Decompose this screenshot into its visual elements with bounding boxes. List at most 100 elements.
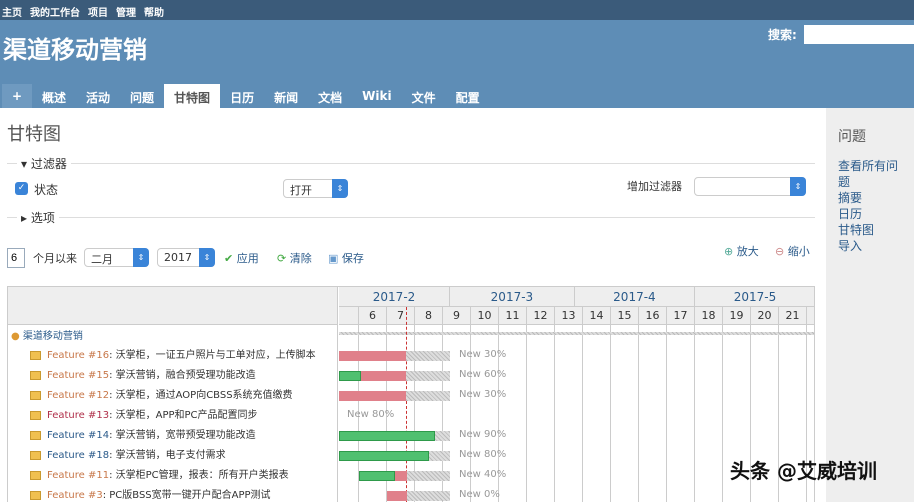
sidebar-link-summary[interactable]: 摘要 <box>838 190 902 206</box>
feature-icon <box>30 370 41 380</box>
tab-10[interactable]: 配置 <box>446 84 490 108</box>
task-title: : 沃掌柜，APP和PC产品配置同步 <box>109 410 258 421</box>
options-toggle[interactable]: ▸ 选项 <box>17 209 59 226</box>
save-button[interactable]: ▣ 保存 <box>328 250 364 266</box>
bar-status-label: New 0% <box>459 489 500 500</box>
status-label: 状态 <box>34 183 59 197</box>
bar-done <box>339 451 429 461</box>
sidebar: 问题 查看所有问题 摘要 日历 甘特图 导入 <box>826 108 914 502</box>
months-since-label: 个月以来 <box>33 252 77 265</box>
task-row: Feature #14: 掌沃营销，宽带预受理功能改造 <box>30 426 256 446</box>
task-id-link[interactable]: Feature #16 <box>47 350 109 361</box>
tab-8[interactable]: Wiki <box>352 84 401 108</box>
month-value: 二月 <box>91 253 113 266</box>
week-column: 17 <box>667 307 695 502</box>
month-header: 2017-3 <box>450 287 575 307</box>
search-input[interactable] <box>804 25 914 44</box>
save-icon: ▣ <box>328 252 339 265</box>
task-row: Feature #16: 沃掌柜，一证五户照片与工单对应，上传脚本 <box>30 346 316 366</box>
bar-status-label: New 30% <box>459 389 507 400</box>
task-title: : 沃掌柜PC管理，报表：所有开户类报表 <box>109 470 289 481</box>
tab-2[interactable]: 活动 <box>76 84 120 108</box>
sidebar-title: 问题 <box>838 129 866 145</box>
menu-home[interactable]: 主页 <box>2 8 22 19</box>
add-filter-select[interactable]: ⇕ <box>694 177 806 196</box>
watermark: 头条 @艾威培训 <box>730 459 877 483</box>
week-column: 15 <box>611 307 639 502</box>
bar-status-label: New 90% <box>459 429 507 440</box>
task-id-link[interactable]: Feature #11 <box>47 470 109 481</box>
bar-status-label: New 60% <box>459 369 507 380</box>
select-arrow-icon: ⇕ <box>199 248 215 267</box>
menu-my-page[interactable]: 我的工作台 <box>30 8 80 19</box>
sidebar-link-calendar[interactable]: 日历 <box>838 206 902 222</box>
bar-late <box>339 351 407 361</box>
project-icon: ● <box>11 331 20 342</box>
tab-3[interactable]: 问题 <box>120 84 164 108</box>
week-column <box>339 307 359 502</box>
main-content: 甘特图 ▾ 过滤器 ✓ 状态 打开 ⇕ 增加过滤器 ⇕ ▸ 选项 个月以来 二月 ⇕… <box>0 108 826 502</box>
project-name[interactable]: 渠道移动营销 <box>23 331 83 342</box>
sidebar-link-gantt[interactable]: 甘特图 <box>838 222 902 238</box>
task-title: : 沃掌柜，通过AOP向CBSS系统充值缴费 <box>109 390 293 401</box>
zoom-in-button[interactable]: ⊕ 放大 <box>724 243 759 259</box>
task-id-link[interactable]: Feature #15 <box>47 370 109 381</box>
task-title: : PC版BSS宽带一键开户配合APP测试 <box>102 490 271 501</box>
status-operator-select[interactable]: 打开 ⇕ <box>283 179 348 198</box>
bar-done <box>339 371 361 381</box>
options-fieldset: ▸ 选项 <box>7 209 815 226</box>
apply-button[interactable]: ✔ 应用 <box>224 250 259 266</box>
task-row: Feature #12: 沃掌柜，通过AOP向CBSS系统充值缴费 <box>30 386 293 406</box>
bar-done <box>359 471 396 481</box>
page-title: 甘特图 <box>7 124 61 145</box>
menu-help[interactable]: 帮助 <box>144 8 164 19</box>
year-select[interactable]: 2017 ⇕ <box>157 248 215 267</box>
tab-5[interactable]: 日历 <box>220 84 264 108</box>
tab-9[interactable]: 文件 <box>402 84 446 108</box>
tab-7[interactable]: 文档 <box>308 84 352 108</box>
project-tabs: + 概述 活动 问题 甘特图 日历 新闻 文档 Wiki 文件 配置 <box>2 84 490 108</box>
bar-late <box>387 491 407 501</box>
bar-status-label: New 30% <box>459 349 507 360</box>
task-id-link[interactable]: Feature #3 <box>47 490 103 501</box>
select-arrow-icon: ⇕ <box>133 248 149 267</box>
task-id-link[interactable]: Feature #13 <box>47 410 109 421</box>
month-select[interactable]: 二月 ⇕ <box>84 248 149 267</box>
feature-icon <box>30 430 41 440</box>
status-checkbox[interactable]: ✓ <box>15 182 28 195</box>
status-value: 打开 <box>290 184 312 197</box>
project-row: ● 渠道移动营销 <box>11 327 83 347</box>
month-header: 2017-5 <box>695 287 814 307</box>
tab-1[interactable]: 概述 <box>32 84 76 108</box>
project-bar <box>339 332 814 335</box>
filters-toggle[interactable]: ▾ 过滤器 <box>17 155 71 172</box>
months-count-input[interactable] <box>7 248 25 268</box>
project-title: 渠道移动营销 <box>3 36 147 64</box>
task-id-link[interactable]: Feature #12 <box>47 390 109 401</box>
week-column: 12 <box>527 307 555 502</box>
feature-icon <box>30 350 41 360</box>
zoom-out-icon: ⊖ <box>775 245 785 258</box>
bar-late <box>360 371 407 381</box>
task-row: Feature #18: 掌沃营销，电子支付需求 <box>30 446 226 466</box>
clear-label: 清除 <box>289 252 312 265</box>
month-header: 2017-4 <box>574 287 695 307</box>
feature-icon <box>30 470 41 480</box>
sidebar-link-import[interactable]: 导入 <box>838 238 902 254</box>
year-value: 2017 <box>164 251 192 264</box>
task-id-link[interactable]: Feature #14 <box>47 430 109 441</box>
sidebar-link-all-issues[interactable]: 查看所有问题 <box>838 158 902 190</box>
zoom-out-button[interactable]: ⊖ 缩小 <box>775 243 810 259</box>
tab-0[interactable]: + <box>2 84 32 108</box>
check-icon: ✔ <box>224 252 234 265</box>
tab-6[interactable]: 新闻 <box>264 84 308 108</box>
bar-late <box>395 471 407 481</box>
bar-late <box>339 391 407 401</box>
feature-icon <box>30 450 41 460</box>
tab-4[interactable]: 甘特图 <box>164 84 221 108</box>
task-id-link[interactable]: Feature #18 <box>47 450 109 461</box>
clear-button[interactable]: ⟳ 清除 <box>277 250 312 266</box>
menu-admin[interactable]: 管理 <box>116 8 136 19</box>
select-arrow-icon: ⇕ <box>332 179 348 198</box>
menu-projects[interactable]: 项目 <box>88 8 108 19</box>
